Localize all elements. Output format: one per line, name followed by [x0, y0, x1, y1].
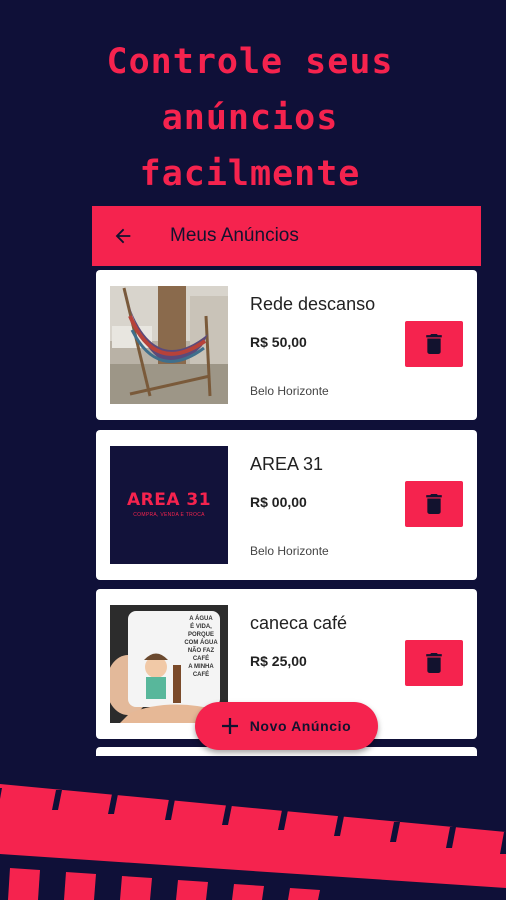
- delete-button[interactable]: [405, 640, 463, 686]
- listing-city: Belo Horizonte: [250, 544, 329, 558]
- plus-icon: [221, 718, 238, 734]
- mug-text: A ÁGUA É VIDA, PORQUE COM ÁGUA NÃO FAZ C…: [184, 616, 218, 678]
- listing-logo-area31: AREA 31 COMPRA, VENDA E TROCA: [110, 446, 228, 564]
- logo-subtext: COMPRA, VENDA E TROCA: [133, 512, 205, 518]
- listing-card[interactable]: Rede descanso R$ 50,00 Belo Horizonte: [96, 270, 477, 420]
- delete-button[interactable]: [405, 321, 463, 367]
- arrow-back-icon[interactable]: [108, 221, 138, 251]
- listing-price: R$ 50,00: [250, 334, 307, 350]
- listing-price: R$ 00,00: [250, 494, 307, 510]
- headline: Controle seus anúncios facilmente: [0, 34, 506, 202]
- listing-title: caneca café: [250, 613, 348, 633]
- listing-title: Rede descanso: [250, 294, 376, 314]
- listing-price: R$ 25,00: [250, 653, 307, 669]
- headline-line-2: anúncios: [161, 98, 339, 138]
- trash-icon: [426, 334, 442, 354]
- trash-icon: [426, 653, 442, 673]
- app-bar: Meus Anúncios: [92, 206, 481, 266]
- delete-button[interactable]: [405, 481, 463, 527]
- decorative-film-strip: [0, 784, 506, 900]
- listing-card[interactable]: AREA 31 COMPRA, VENDA E TROCA AREA 31 R$…: [96, 430, 477, 580]
- page-title: Meus Anúncios: [170, 225, 299, 246]
- listing-list[interactable]: Rede descanso R$ 50,00 Belo Horizonte AR…: [96, 270, 477, 756]
- headline-line-1: Controle seus: [106, 42, 394, 82]
- new-listing-button[interactable]: Novo Anúncio: [195, 702, 378, 750]
- listing-city: Belo Horizonte: [250, 384, 329, 398]
- new-listing-label: Novo Anúncio: [249, 718, 352, 734]
- logo-text: AREA 31: [126, 490, 212, 510]
- headline-line-3: facilmente: [139, 154, 361, 194]
- trash-icon: [426, 494, 442, 514]
- listing-title: AREA 31: [250, 454, 324, 474]
- listing-photo-hammock: [110, 286, 228, 404]
